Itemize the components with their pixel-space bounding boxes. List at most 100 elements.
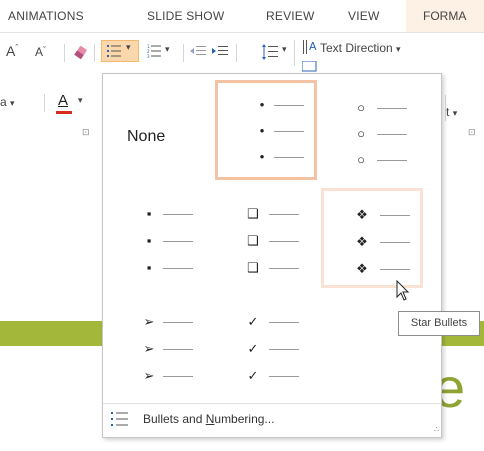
- bullets-button[interactable]: ▾: [101, 40, 139, 62]
- check-bullet-icon: ✓: [247, 368, 259, 383]
- line-spacing-icon[interactable]: [262, 44, 278, 60]
- text-direction-arrow: ▾: [396, 44, 401, 54]
- hollow-circle-bullet-icon: ○: [357, 152, 365, 167]
- bullet-preview-line: [269, 268, 299, 269]
- bullets-gallery: None • • • ○ ○ ○ ▪ ▪ ▪ ❑ ❑ ❑ ❖ ❖ ❖ ➢ ➢ ➢…: [102, 73, 442, 438]
- bullets-icon: [107, 45, 121, 57]
- clear-formatting-icon[interactable]: [73, 44, 91, 62]
- tooltip: Star Bullets: [398, 311, 480, 336]
- ribbon-separator: [94, 44, 95, 62]
- bullet-preview-line: [380, 215, 410, 216]
- align-partial-letter: t: [446, 105, 450, 119]
- arrow-bullet-icon: ➢: [143, 314, 155, 329]
- tab-slide-show[interactable]: SLIDE SHOW: [147, 9, 224, 23]
- resize-grip-icon[interactable]: ∴: [434, 425, 439, 434]
- tab-review[interactable]: REVIEW: [266, 9, 315, 23]
- star-bullet-icon: ❖: [356, 234, 368, 249]
- font-color-arrow: ▾: [78, 95, 83, 105]
- bullet-preview-line: [269, 349, 299, 350]
- hollow-circle-bullet-icon: ○: [357, 100, 365, 115]
- bullets-and-numbering-label: Bullets and Numbering...: [143, 412, 275, 426]
- small-dot-bullet-icon: •: [259, 97, 265, 112]
- bullets-dropdown-arrow[interactable]: ▾: [126, 42, 131, 53]
- mouse-pointer-icon: [396, 280, 410, 301]
- small-dot-bullet-icon: •: [259, 149, 265, 164]
- tab-view[interactable]: VIEW: [348, 9, 379, 23]
- ribbon-tab-bar: ANIMATIONS SLIDE SHOW REVIEW VIEW FORMA: [0, 0, 484, 32]
- grow-font-button[interactable]: Aˆ: [6, 43, 18, 59]
- bullet-preview-line: [163, 376, 193, 377]
- bullet-preview-line: [377, 134, 407, 135]
- bullet-preview-line: [377, 108, 407, 109]
- bullet-option-filled-square[interactable]: ▪ ▪ ▪: [107, 188, 209, 288]
- shrink-font-letter: A: [35, 45, 44, 59]
- bullet-preview-line: [377, 160, 407, 161]
- hollow-square-bullet-icon: ❑: [247, 260, 259, 275]
- text-direction-label: Text Direction: [320, 41, 393, 55]
- hollow-circle-bullet-icon: ○: [357, 126, 365, 141]
- bullet-preview-line: [269, 322, 299, 323]
- tab-animations[interactable]: ANIMATIONS: [8, 9, 84, 23]
- align-partial-arrow: ▾: [452, 108, 458, 118]
- ribbon-separator: [236, 44, 237, 62]
- star-bullet-icon: ❖: [356, 261, 368, 276]
- numbering-dropdown-arrow[interactable]: ▾: [165, 44, 170, 55]
- bullet-option-hollow-square[interactable]: ❑ ❑ ❑: [215, 188, 317, 288]
- bullet-option-check[interactable]: ✓ ✓ ✓: [215, 296, 317, 396]
- font-color-swatch: [56, 111, 72, 114]
- bullet-option-star[interactable]: ❖ ❖ ❖: [321, 188, 423, 288]
- bullet-preview-line: [274, 131, 304, 132]
- svg-text:A: A: [309, 40, 317, 53]
- filled-square-bullet-icon: ▪: [146, 233, 152, 248]
- tab-format[interactable]: FORMA: [406, 0, 484, 32]
- shrink-font-button[interactable]: Aˇ: [35, 45, 46, 59]
- text-direction-icon: A: [303, 40, 317, 54]
- bullet-none-label: None: [127, 128, 166, 145]
- line-spacing-dropdown-arrow[interactable]: ▾: [282, 44, 287, 55]
- bullet-option-arrow[interactable]: ➢ ➢ ➢: [107, 296, 209, 396]
- shrink-font-mark: ˇ: [43, 45, 47, 55]
- bullet-option-none[interactable]: None: [107, 80, 209, 180]
- arrow-bullet-icon: ➢: [143, 341, 155, 356]
- small-dot-bullet-icon: •: [259, 123, 265, 138]
- hollow-square-bullet-icon: ❑: [247, 233, 259, 248]
- check-bullet-icon: ✓: [247, 341, 259, 356]
- font-color-button[interactable]: A ▾: [56, 91, 83, 117]
- numbering-icon[interactable]: 1 2 3: [147, 44, 161, 58]
- font-dialog-launcher-icon[interactable]: ⊡: [82, 127, 90, 138]
- text-direction-button[interactable]: Text Direction ▾: [320, 41, 401, 55]
- check-bullet-icon: ✓: [247, 314, 259, 329]
- bullet-preview-line: [274, 157, 304, 158]
- align-text-icon[interactable]: [302, 61, 318, 73]
- bullets-and-numbering-menu-item[interactable]: Bullets and Numbering...: [103, 404, 441, 434]
- ribbon-separator: [64, 44, 65, 62]
- increase-indent-icon[interactable]: [212, 44, 228, 58]
- bullet-option-hollow-circle[interactable]: ○ ○ ○: [323, 80, 425, 180]
- svg-text:3: 3: [147, 54, 150, 58]
- bullet-preview-line: [269, 376, 299, 377]
- bullet-preview-line: [269, 214, 299, 215]
- grow-font-letter: A: [6, 43, 16, 59]
- bullet-option-small-dot[interactable]: • • •: [215, 80, 317, 180]
- bullet-preview-line: [163, 241, 193, 242]
- highlight-arrow: ▾: [10, 98, 15, 108]
- paragraph-dialog-launcher-icon[interactable]: ⊡: [468, 127, 476, 138]
- bullet-preview-line: [269, 241, 299, 242]
- ribbon-separator: [294, 40, 295, 66]
- grow-font-mark: ˆ: [15, 43, 19, 53]
- filled-square-bullet-icon: ▪: [146, 260, 152, 275]
- star-bullet-icon: ❖: [356, 207, 368, 222]
- arrow-bullet-icon: ➢: [143, 368, 155, 383]
- align-partial-label: t ▾: [446, 105, 457, 119]
- bullet-preview-line: [274, 105, 304, 106]
- ribbon-separator: [44, 94, 45, 112]
- font-color-letter: A: [58, 92, 69, 109]
- highlight-partial[interactable]: a ▾: [0, 95, 15, 109]
- bullet-preview-line: [163, 214, 193, 215]
- bullet-list-icon: [111, 412, 128, 426]
- ribbon-separator: [445, 95, 446, 121]
- decrease-indent-icon[interactable]: [190, 44, 206, 58]
- highlight-letter: a: [0, 95, 7, 109]
- bullet-preview-line: [163, 349, 193, 350]
- bullet-preview-line: [380, 242, 410, 243]
